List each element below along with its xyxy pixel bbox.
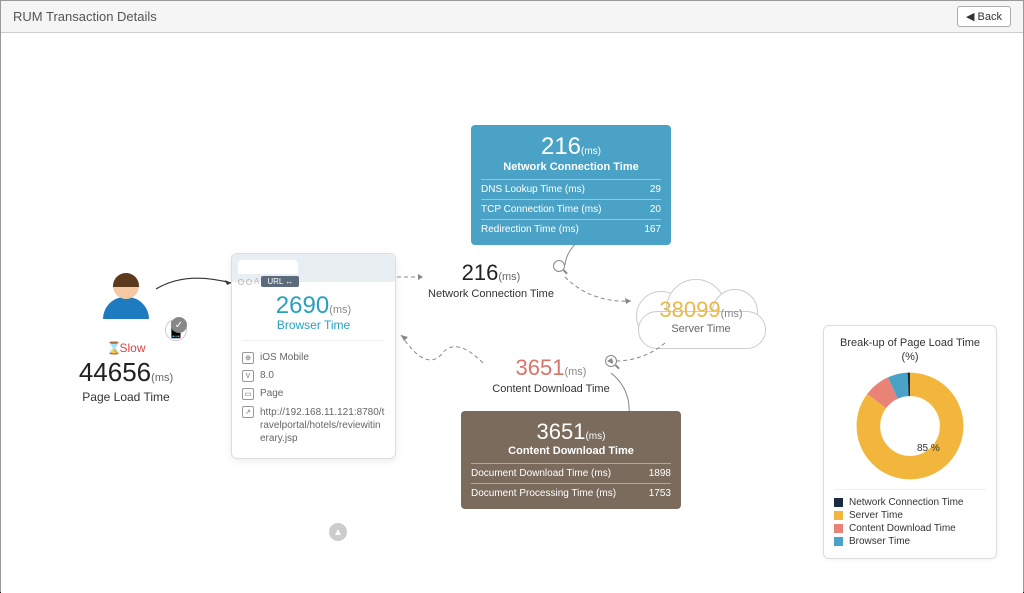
arrow-content-to-browser	[395, 327, 489, 373]
network-time-label: Network Connection Time	[421, 288, 561, 301]
meta-version: V8.0	[242, 367, 385, 385]
server-time-label: Server Time	[626, 323, 776, 335]
header-bar: RUM Transaction Details ◀ Back	[1, 1, 1023, 33]
table-row: Document Download Time (ms)1898	[471, 463, 671, 483]
browser-chrome-icon: A URL ↔	[232, 254, 395, 282]
browser-time-label: Browser Time	[242, 318, 385, 332]
table-row: DNS Lookup Time (ms)29	[481, 179, 661, 199]
content-download-label: Content Download Time	[476, 383, 626, 395]
chart-legend: Network Connection Time Server Time Cont…	[834, 489, 986, 548]
legend-item: Content Download Time	[834, 522, 986, 535]
donut-center-label: 85 %	[917, 443, 940, 454]
page-load-time-label: Page Load Time	[61, 390, 191, 404]
browser-card: A URL ↔ 2690(ms) Browser Time ⊕iOS Mobil…	[231, 253, 396, 459]
network-card-value: 216(ms)	[481, 133, 661, 161]
chart-title: Break-up of Page Load Time (%)	[834, 336, 986, 365]
version-icon: V	[242, 370, 254, 382]
legend-swatch-icon	[834, 524, 843, 533]
browser-time-value: 2690(ms)	[242, 292, 385, 320]
table-row: Redirection Time (ms)167	[481, 219, 661, 239]
status-badge: ⌛Slow	[61, 341, 191, 355]
content-download-value: 3651(ms)	[476, 355, 626, 381]
network-time-node: 216(ms) Network Connection Time	[421, 258, 561, 301]
meta-url: ↗http://192.168.11.121:8780/travelportal…	[242, 403, 385, 448]
meta-device: ⊕iOS Mobile	[242, 349, 385, 367]
cloud-icon: 38099(ms) Server Time	[626, 273, 776, 353]
magnify-content-icon[interactable]	[605, 355, 617, 367]
breakup-chart-card: Break-up of Page Load Time (%) 85 % Netw…	[823, 325, 997, 559]
hourglass-icon: ⌛	[106, 341, 116, 351]
content-card: 3651(ms) Content Download Time Document …	[461, 411, 681, 509]
expand-user-icon[interactable]: ✓	[171, 317, 187, 333]
content-download-node: 3651(ms) Content Download Time	[476, 353, 626, 395]
back-button[interactable]: ◀ Back	[957, 6, 1011, 27]
collapse-browser-button[interactable]: ▲	[329, 523, 347, 541]
network-card: 216(ms) Network Connection Time DNS Look…	[471, 125, 671, 245]
table-row: TCP Connection Time (ms)20	[481, 199, 661, 219]
content-card-value: 3651(ms)	[471, 419, 671, 445]
legend-item: Network Connection Time	[834, 496, 986, 509]
app-window: RUM Transaction Details ◀ Back 📱 ✓ ⌛Slow…	[0, 0, 1024, 592]
legend-swatch-icon	[834, 511, 843, 520]
server-time-value: 38099(ms)	[626, 297, 776, 323]
magnify-network-icon[interactable]	[553, 260, 565, 272]
server-node: 38099(ms) Server Time	[621, 273, 781, 353]
link-icon: ↗	[242, 406, 254, 418]
globe-icon: ⊕	[242, 352, 254, 364]
network-time-value: 216(ms)	[421, 260, 561, 286]
meta-type: ▭Page	[242, 385, 385, 403]
diagram-canvas: 📱 ✓ ⌛Slow 44656(ms) Page Load Time A URL…	[1, 33, 1023, 593]
legend-swatch-icon	[834, 537, 843, 546]
user-avatar-icon: 📱 ✓	[99, 273, 153, 327]
page-load-time-value: 44656(ms)	[61, 357, 191, 388]
donut-chart: 85 %	[855, 371, 965, 481]
legend-item: Server Time	[834, 509, 986, 522]
browser-meta-list: ⊕iOS Mobile V8.0 ▭Page ↗http://192.168.1…	[242, 340, 385, 448]
user-node: 📱 ✓ ⌛Slow 44656(ms) Page Load Time	[61, 273, 191, 404]
page-icon: ▭	[242, 388, 254, 400]
nav-back-icon	[238, 279, 244, 285]
legend-swatch-icon	[834, 498, 843, 507]
url-pill: URL ↔	[261, 276, 299, 287]
nav-forward-icon	[246, 279, 252, 285]
page-title: RUM Transaction Details	[13, 9, 157, 24]
network-card-label: Network Connection Time	[481, 161, 661, 173]
back-button-label: Back	[978, 11, 1002, 23]
table-row: Document Processing Time (ms)1753	[471, 483, 671, 503]
legend-item: Browser Time	[834, 535, 986, 548]
content-card-label: Content Download Time	[471, 445, 671, 457]
